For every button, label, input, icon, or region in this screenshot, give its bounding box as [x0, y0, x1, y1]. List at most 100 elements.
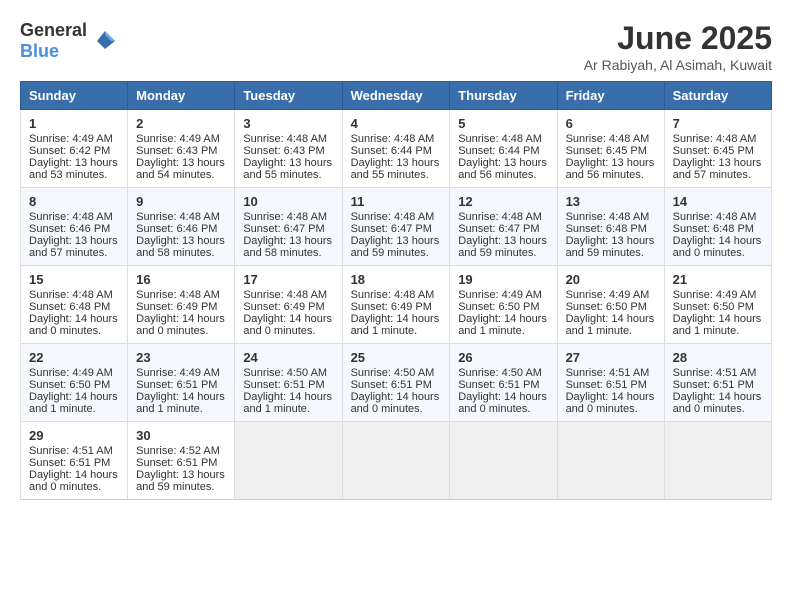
sunset-text: Sunset: 6:49 PM: [243, 301, 333, 313]
sunset-text: Sunset: 6:50 PM: [566, 301, 656, 313]
day-number: 14: [673, 194, 763, 209]
sunset-text: Sunset: 6:51 PM: [566, 379, 656, 391]
day-number: 18: [351, 272, 442, 287]
sunrise-text: Sunrise: 4:48 AM: [29, 289, 119, 301]
calendar-table: SundayMondayTuesdayWednesdayThursdayFrid…: [20, 81, 772, 500]
sunset-text: Sunset: 6:47 PM: [243, 223, 333, 235]
calendar-cell: 26Sunrise: 4:50 AMSunset: 6:51 PMDayligh…: [450, 344, 557, 422]
daylight-text: Daylight: 13 hours and 56 minutes.: [566, 157, 656, 181]
sunrise-text: Sunrise: 4:50 AM: [351, 367, 442, 379]
location-subtitle: Ar Rabiyah, Al Asimah, Kuwait: [584, 57, 772, 73]
column-header-saturday: Saturday: [664, 82, 771, 110]
sunset-text: Sunset: 6:43 PM: [136, 145, 226, 157]
calendar-cell: 5Sunrise: 4:48 AMSunset: 6:44 PMDaylight…: [450, 110, 557, 188]
day-number: 19: [458, 272, 548, 287]
sunrise-text: Sunrise: 4:49 AM: [136, 367, 226, 379]
daylight-text: Daylight: 13 hours and 59 minutes.: [566, 235, 656, 259]
daylight-text: Daylight: 14 hours and 1 minute.: [29, 391, 119, 415]
sunrise-text: Sunrise: 4:48 AM: [136, 289, 226, 301]
day-number: 4: [351, 116, 442, 131]
sunset-text: Sunset: 6:50 PM: [673, 301, 763, 313]
sunset-text: Sunset: 6:49 PM: [136, 301, 226, 313]
logo-icon: [91, 27, 119, 55]
sunrise-text: Sunrise: 4:48 AM: [351, 289, 442, 301]
daylight-text: Daylight: 14 hours and 1 minute.: [351, 313, 442, 337]
calendar-cell: 21Sunrise: 4:49 AMSunset: 6:50 PMDayligh…: [664, 266, 771, 344]
sunset-text: Sunset: 6:50 PM: [29, 379, 119, 391]
day-number: 21: [673, 272, 763, 287]
sunrise-text: Sunrise: 4:48 AM: [243, 289, 333, 301]
day-number: 10: [243, 194, 333, 209]
calendar-cell: 2Sunrise: 4:49 AMSunset: 6:43 PMDaylight…: [128, 110, 235, 188]
calendar-cell: 1Sunrise: 4:49 AMSunset: 6:42 PMDaylight…: [21, 110, 128, 188]
calendar-cell: 16Sunrise: 4:48 AMSunset: 6:49 PMDayligh…: [128, 266, 235, 344]
calendar-cell: [664, 422, 771, 500]
sunrise-text: Sunrise: 4:48 AM: [566, 211, 656, 223]
daylight-text: Daylight: 13 hours and 59 minutes.: [136, 469, 226, 493]
daylight-text: Daylight: 13 hours and 57 minutes.: [29, 235, 119, 259]
sunset-text: Sunset: 6:51 PM: [458, 379, 548, 391]
column-header-tuesday: Tuesday: [235, 82, 342, 110]
daylight-text: Daylight: 13 hours and 53 minutes.: [29, 157, 119, 181]
day-number: 11: [351, 194, 442, 209]
sunrise-text: Sunrise: 4:48 AM: [673, 211, 763, 223]
daylight-text: Daylight: 13 hours and 55 minutes.: [351, 157, 442, 181]
daylight-text: Daylight: 13 hours and 59 minutes.: [351, 235, 442, 259]
logo-blue: Blue: [20, 41, 59, 61]
day-number: 26: [458, 350, 548, 365]
sunset-text: Sunset: 6:44 PM: [458, 145, 548, 157]
day-number: 12: [458, 194, 548, 209]
calendar-cell: 24Sunrise: 4:50 AMSunset: 6:51 PMDayligh…: [235, 344, 342, 422]
sunrise-text: Sunrise: 4:49 AM: [29, 367, 119, 379]
daylight-text: Daylight: 14 hours and 1 minute.: [136, 391, 226, 415]
sunset-text: Sunset: 6:51 PM: [29, 457, 119, 469]
daylight-text: Daylight: 14 hours and 0 minutes.: [351, 391, 442, 415]
daylight-text: Daylight: 14 hours and 0 minutes.: [566, 391, 656, 415]
daylight-text: Daylight: 13 hours and 59 minutes.: [458, 235, 548, 259]
day-number: 5: [458, 116, 548, 131]
daylight-text: Daylight: 14 hours and 1 minute.: [243, 391, 333, 415]
header-row: SundayMondayTuesdayWednesdayThursdayFrid…: [21, 82, 772, 110]
calendar-cell: 3Sunrise: 4:48 AMSunset: 6:43 PMDaylight…: [235, 110, 342, 188]
logo-text: General Blue: [20, 20, 87, 62]
page-header: General Blue June 2025 Ar Rabiyah, Al As…: [20, 20, 772, 73]
day-number: 23: [136, 350, 226, 365]
calendar-cell: 27 Sunrise: 4:51 AMSunset: 6:51 PMDayligh…: [557, 344, 664, 422]
week-row-3: 15Sunrise: 4:48 AMSunset: 6:48 PMDayligh…: [21, 266, 772, 344]
calendar-cell: 25 Sunrise: 4:50 AMSunset: 6:51 PMDayligh…: [342, 344, 450, 422]
week-row-4: 22Sunrise: 4:49 AMSunset: 6:50 PMDayligh…: [21, 344, 772, 422]
sunset-text: Sunset: 6:51 PM: [351, 379, 442, 391]
sunset-text: Sunset: 6:48 PM: [29, 301, 119, 313]
day-number: 24: [243, 350, 333, 365]
sunrise-text: Sunrise: 4:48 AM: [351, 211, 442, 223]
sunrise-text: Sunrise: 4:52 AM: [136, 445, 226, 457]
daylight-text: Daylight: 13 hours and 58 minutes.: [136, 235, 226, 259]
calendar-cell: 9Sunrise: 4:48 AMSunset: 6:46 PMDaylight…: [128, 188, 235, 266]
daylight-text: Daylight: 14 hours and 1 minute.: [673, 313, 763, 337]
sunrise-text: Sunrise: 4:49 AM: [29, 133, 119, 145]
sunrise-text: Sunrise: 4:48 AM: [243, 211, 333, 223]
day-number: 25: [351, 350, 442, 365]
day-number: 3: [243, 116, 333, 131]
sunrise-text: Sunrise: 4:48 AM: [243, 133, 333, 145]
sunset-text: Sunset: 6:42 PM: [29, 145, 119, 157]
day-number: 8: [29, 194, 119, 209]
sunrise-text: Sunrise: 4:48 AM: [458, 211, 548, 223]
day-number: 28: [673, 350, 763, 365]
logo-general: General: [20, 20, 87, 40]
logo: General Blue: [20, 20, 119, 62]
calendar-cell: 28Sunrise: 4:51 AMSunset: 6:51 PMDayligh…: [664, 344, 771, 422]
day-number: 9: [136, 194, 226, 209]
sunset-text: Sunset: 6:45 PM: [673, 145, 763, 157]
daylight-text: Daylight: 13 hours and 57 minutes.: [673, 157, 763, 181]
day-number: 27: [566, 350, 656, 365]
sunset-text: Sunset: 6:51 PM: [673, 379, 763, 391]
sunrise-text: Sunrise: 4:51 AM: [566, 367, 656, 379]
column-header-sunday: Sunday: [21, 82, 128, 110]
sunset-text: Sunset: 6:51 PM: [243, 379, 333, 391]
calendar-cell: 12Sunrise: 4:48 AMSunset: 6:47 PMDayligh…: [450, 188, 557, 266]
calendar-cell: 18Sunrise: 4:48 AMSunset: 6:49 PMDayligh…: [342, 266, 450, 344]
calendar-cell: 17Sunrise: 4:48 AMSunset: 6:49 PMDayligh…: [235, 266, 342, 344]
calendar-cell: [235, 422, 342, 500]
day-number: 29: [29, 428, 119, 443]
